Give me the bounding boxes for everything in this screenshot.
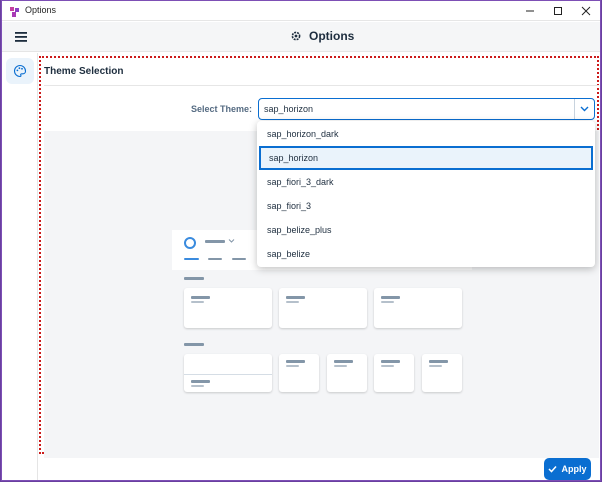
theme-select[interactable]: sap_horizon bbox=[258, 98, 595, 120]
preview-tile bbox=[184, 288, 272, 328]
theme-option-sap-horizon[interactable]: sap_horizon bbox=[259, 146, 593, 170]
theme-option-sap-horizon-dark[interactable]: sap_horizon_dark bbox=[257, 122, 595, 146]
page-title: Options bbox=[309, 29, 355, 43]
palette-icon bbox=[14, 64, 27, 78]
close-icon bbox=[581, 6, 591, 16]
window-title: Options bbox=[25, 5, 57, 15]
minimize-button[interactable] bbox=[516, 1, 544, 21]
preview-tile bbox=[279, 354, 319, 392]
theme-select-value: sap_horizon bbox=[264, 104, 314, 114]
checkmark-icon bbox=[548, 465, 558, 473]
apply-button[interactable]: Apply bbox=[544, 458, 591, 480]
app-logo-icon bbox=[9, 5, 21, 17]
preview-tile bbox=[422, 354, 462, 392]
preview-chevron-icon bbox=[228, 239, 235, 243]
preview-wide-tile bbox=[184, 354, 272, 392]
preview-tile bbox=[327, 354, 367, 392]
theme-select-toggle[interactable] bbox=[574, 99, 594, 119]
app-header: Options bbox=[2, 22, 600, 52]
preview-group-title bbox=[184, 343, 204, 346]
maximize-button[interactable] bbox=[544, 1, 572, 21]
gear-icon bbox=[291, 31, 301, 41]
options-window: Options Options Theme Selection Select T… bbox=[1, 0, 601, 481]
theme-option-sap-belize-plus[interactable]: sap_belize_plus bbox=[257, 218, 595, 242]
sidebar-item-theme[interactable] bbox=[6, 58, 34, 84]
preview-tile bbox=[279, 288, 367, 328]
apply-button-label: Apply bbox=[561, 464, 587, 474]
preview-tab bbox=[232, 258, 246, 260]
highlight-frame: Theme Selection Select Theme: sap_horizo… bbox=[39, 56, 599, 458]
chevron-down-icon bbox=[580, 106, 589, 112]
preview-logo-icon bbox=[184, 237, 196, 249]
header-title-group: Options bbox=[290, 29, 354, 43]
preview-tile bbox=[374, 354, 414, 392]
theme-select-label: Select Theme: bbox=[191, 104, 253, 114]
preview-group-title bbox=[184, 277, 204, 280]
preview-tab bbox=[208, 258, 222, 260]
minimize-icon bbox=[526, 10, 534, 12]
section-title: Theme Selection bbox=[44, 66, 124, 77]
menu-button[interactable] bbox=[14, 30, 28, 44]
main-content: Theme Selection Select Theme: sap_horizo… bbox=[38, 53, 600, 480]
close-button[interactable] bbox=[572, 1, 600, 21]
preview-tile bbox=[374, 288, 462, 328]
preview-tab-active bbox=[184, 258, 199, 260]
theme-option-sap-belize[interactable]: sap_belize bbox=[257, 242, 595, 266]
section-divider bbox=[44, 85, 599, 86]
side-navigation bbox=[2, 53, 38, 480]
maximize-icon bbox=[554, 7, 562, 15]
theme-dropdown-list: sap_horizon_dark sap_horizon sap_fiori_3… bbox=[257, 121, 595, 267]
theme-option-sap-fiori-3-dark[interactable]: sap_fiori_3_dark bbox=[257, 170, 595, 194]
preview-title-bar bbox=[205, 240, 225, 243]
title-bar: Options bbox=[2, 1, 600, 21]
theme-option-sap-fiori-3[interactable]: sap_fiori_3 bbox=[257, 194, 595, 218]
hamburger-icon bbox=[15, 32, 27, 42]
